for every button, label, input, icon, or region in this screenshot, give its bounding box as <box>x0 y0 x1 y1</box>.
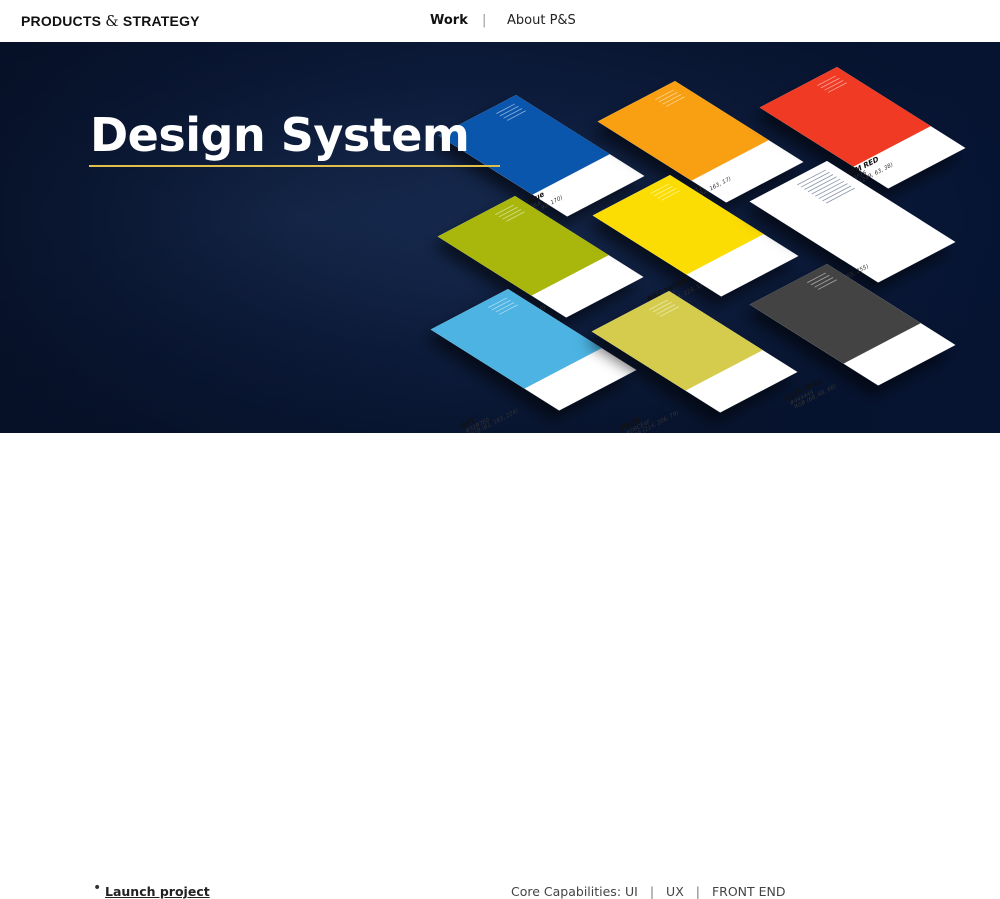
swatch-card-sky: SKY#51B7E0RGB (81, 183, 224) <box>430 289 637 433</box>
nav-link-work-label: Work <box>430 13 468 28</box>
project-footer: • Launch project Core Capabilities: UI |… <box>0 433 1000 899</box>
swatch-card-warm-red: WARM RED#F93F26RGB (249, 63, 38) <box>759 67 966 191</box>
swatch-rgb: RGB (81, 183, 224) <box>469 408 518 433</box>
swatch-card-white: WHITE#FFFFFFRGB (255, 255, 255) <box>749 161 956 296</box>
hero-banner: RBC Blue#005DAARGB (0, 93, 170)SUN#FCA31… <box>0 42 1000 433</box>
nav-separator: | <box>482 13 487 28</box>
hero-title: Design System <box>90 108 470 162</box>
hero-title-underline <box>89 165 500 167</box>
logo-text-products: PRODUCTS <box>21 13 102 29</box>
top-header: PRODUCTS & STRATEGY Work | About P&S <box>0 0 1000 43</box>
capability-ux: UX <box>666 884 684 899</box>
core-capabilities: Core Capabilities: UI | UX | FRONT END <box>511 884 786 899</box>
swatch-card-dark-grey: Dark Grey#444444RGB (68, 68, 68) <box>749 264 956 411</box>
site-logo[interactable]: PRODUCTS & STRATEGY <box>21 12 200 30</box>
nav-link-about[interactable]: About P&S <box>507 13 576 28</box>
capability-separator: | <box>649 884 655 899</box>
capability-front-end: FRONT END <box>711 884 786 899</box>
capability-separator: | <box>695 884 700 899</box>
capability-ui: UI <box>625 884 638 899</box>
swatch-card-sun: SUN#FCA311RGB (252, 163, 17) <box>597 81 804 207</box>
logo-ampersand: & <box>105 12 119 30</box>
launch-project-link[interactable]: Launch project <box>105 884 210 899</box>
nav-link-work[interactable]: Work <box>430 13 468 29</box>
list-bullet: • <box>93 880 102 896</box>
logo-text-strategy: STRATEGY <box>122 13 200 29</box>
color-swatch-cards: RBC Blue#005DAARGB (0, 93, 170)SUN#FCA31… <box>430 67 966 433</box>
core-capabilities-label: Core Capabilities: <box>511 884 622 899</box>
